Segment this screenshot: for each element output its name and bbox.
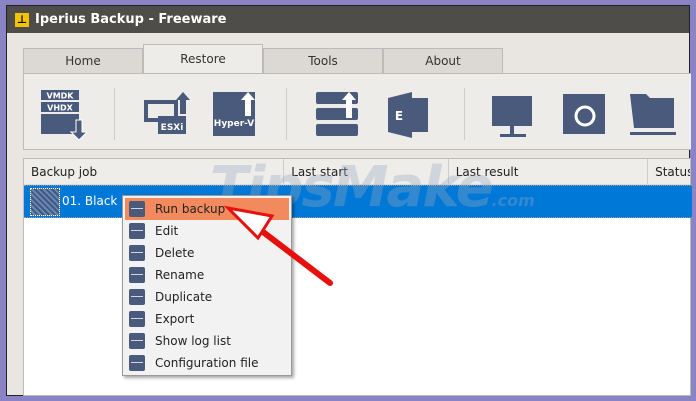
red-arrow-annotation (223, 205, 333, 286)
